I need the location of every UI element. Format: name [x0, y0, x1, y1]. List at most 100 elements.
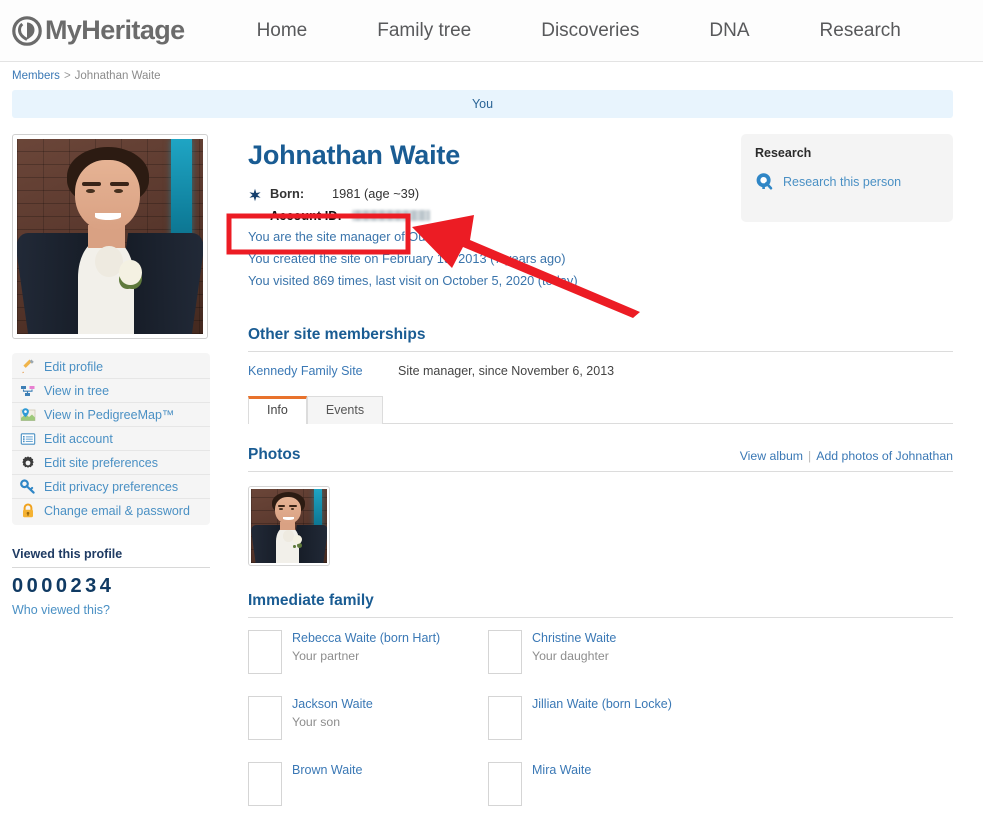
- family-member[interactable]: Jillian Waite (born Locke): [488, 696, 728, 740]
- sidebar-label-view-in-tree: View in tree: [44, 383, 110, 398]
- family-member-name[interactable]: Jackson Waite: [292, 697, 373, 711]
- membership-role-text: Site manager, since November 6, 2013: [398, 364, 615, 378]
- photos-header-links: View album | Add photos of Johnathan: [740, 449, 953, 463]
- breadcrumb-separator: >: [63, 70, 71, 82]
- sidebar-item-privacy-preferences[interactable]: Edit privacy preferences: [12, 475, 210, 499]
- family-member-info: Brown Waite: [292, 762, 362, 806]
- membership-site-link[interactable]: Kennedy Family Site: [248, 364, 398, 378]
- avatar[interactable]: [248, 630, 282, 674]
- family-member[interactable]: Brown Waite: [248, 762, 488, 806]
- nav-item-research[interactable]: Research: [820, 20, 901, 42]
- family-member-relation: Your son: [292, 715, 341, 729]
- family-member-name[interactable]: Rebecca Waite (born Hart): [292, 631, 440, 645]
- photos-divider: [248, 471, 953, 472]
- add-photos-link[interactable]: Add photos of Johnathan: [816, 449, 953, 463]
- immediate-family-section: Immediate family Rebecca Waite (born Har…: [248, 592, 953, 828]
- family-member[interactable]: Rebecca Waite (born Hart) Your partner: [248, 630, 488, 674]
- gear-icon: [20, 455, 36, 471]
- sidebar-item-edit-account[interactable]: Edit account: [12, 427, 210, 451]
- family-member-name[interactable]: Brown Waite: [292, 763, 362, 777]
- avatar[interactable]: [488, 762, 522, 806]
- birth-star-icon: [248, 187, 262, 202]
- tab-events[interactable]: Events: [306, 396, 384, 424]
- pencil-icon: [20, 359, 36, 375]
- research-link-label: Research this person: [783, 174, 902, 189]
- nav-item-home[interactable]: Home: [257, 20, 308, 42]
- avatar[interactable]: [248, 696, 282, 740]
- sidebar-item-view-in-tree[interactable]: View in tree: [12, 379, 210, 403]
- avatar[interactable]: [488, 696, 522, 740]
- breadcrumb-current: Johnathan Waite: [74, 70, 161, 82]
- sidebar-label-pedigreemap: View in PedigreeMap™: [44, 407, 175, 422]
- nav-item-dna[interactable]: DNA: [709, 20, 749, 42]
- photos-section: Photos View album | Add photos of Johnatha…: [248, 446, 953, 566]
- who-viewed-this-link[interactable]: Who viewed this?: [12, 603, 210, 617]
- left-sidebar: Edit profile View in tree View in Pedigr…: [12, 134, 210, 828]
- immediate-family-heading: Immediate family: [248, 592, 374, 609]
- sidebar-label-site-preferences: Edit site preferences: [44, 455, 158, 470]
- account-id-value-redacted: [351, 210, 430, 221]
- photos-heading: Photos: [248, 446, 301, 463]
- key-icon: [20, 478, 36, 495]
- viewed-profile-count: 0000234: [12, 575, 115, 597]
- viewed-profile-block: Viewed this profile 0000234 Who viewed t…: [12, 547, 210, 617]
- sidebar-label-change-email-password: Change email & password: [44, 504, 190, 518]
- viewed-profile-title: Viewed this profile: [12, 547, 123, 561]
- sidebar-label-privacy-preferences: Edit privacy preferences: [44, 479, 179, 494]
- family-member-info: Mira Waite: [532, 762, 591, 806]
- main-nav-links: Home Family tree Discoveries DNA Researc…: [257, 20, 901, 42]
- profile-action-links: Edit profile View in tree View in Pedigr…: [12, 353, 210, 525]
- family-member[interactable]: Jackson Waite Your son: [248, 696, 488, 740]
- you-banner: You: [12, 90, 953, 118]
- page-body: Edit profile View in tree View in Pedigr…: [0, 118, 983, 828]
- research-this-person-link[interactable]: Research this person: [755, 172, 939, 191]
- avatar[interactable]: [488, 630, 522, 674]
- born-label: Born:: [270, 186, 305, 201]
- sidebar-item-site-preferences[interactable]: Edit site preferences: [12, 451, 210, 475]
- research-card-title: Research: [755, 146, 812, 160]
- membership-row: Kennedy Family Site Site manager, since …: [248, 364, 953, 378]
- family-divider: [248, 617, 953, 618]
- family-member-relation: Your daughter: [532, 649, 609, 663]
- photo-thumbnail-image: [251, 489, 327, 563]
- family-member-name[interactable]: Christine Waite: [532, 631, 616, 645]
- links-separator: |: [808, 449, 812, 463]
- photo-thumbnail[interactable]: [248, 486, 330, 566]
- family-member-name[interactable]: Jillian Waite (born Locke): [532, 697, 672, 711]
- family-member[interactable]: Christine Waite Your daughter: [488, 630, 728, 674]
- photos-header-row: Photos View album | Add photos of Johnatha…: [248, 446, 953, 471]
- myheritage-logo-icon: [12, 15, 42, 46]
- family-member-info: Jackson Waite Your son: [292, 696, 373, 740]
- profile-photo[interactable]: [12, 134, 208, 339]
- site-manager-line: You are the site manager of Our family: [248, 229, 467, 244]
- tab-info[interactable]: Info: [248, 396, 307, 424]
- nav-item-discoveries[interactable]: Discoveries: [541, 20, 639, 42]
- tree-icon: [20, 383, 36, 399]
- born-value: 1981 (age ~39): [332, 186, 420, 201]
- nav-item-family-tree[interactable]: Family tree: [377, 20, 471, 42]
- sidebar-item-change-email-password[interactable]: Change email & password: [12, 499, 210, 523]
- family-member-name[interactable]: Mira Waite: [532, 763, 591, 777]
- site-visits-line: You visited 869 times, last visit on Oct…: [248, 273, 578, 288]
- research-card: Research Research this person: [741, 134, 953, 222]
- sidebar-label-edit-account: Edit account: [44, 431, 113, 446]
- breadcrumb: Members > Johnathan Waite: [0, 62, 983, 88]
- viewed-divider: [12, 567, 210, 568]
- family-member[interactable]: Mira Waite: [488, 762, 728, 806]
- sidebar-item-pedigreemap[interactable]: View in PedigreeMap™: [12, 403, 210, 427]
- site-logo[interactable]: MyHeritage: [12, 15, 185, 46]
- list-icon: [20, 431, 36, 447]
- sidebar-item-edit-profile[interactable]: Edit profile: [12, 355, 210, 379]
- site-created-line: You created the site on February 19, 201…: [248, 251, 566, 266]
- breadcrumb-link-members[interactable]: Members: [12, 70, 60, 82]
- view-album-link[interactable]: View album: [740, 449, 803, 463]
- research-magnifier-icon: [755, 172, 774, 191]
- membership-tabs: Info Events: [248, 396, 953, 424]
- family-member-info: Christine Waite Your daughter: [532, 630, 616, 674]
- other-memberships-heading: Other site memberships: [248, 326, 426, 343]
- account-id-label: Account ID:: [270, 207, 342, 223]
- avatar[interactable]: [248, 762, 282, 806]
- profile-portrait-image: [17, 139, 203, 334]
- you-banner-label: You: [471, 97, 494, 111]
- sidebar-label-edit-profile: Edit profile: [44, 359, 104, 374]
